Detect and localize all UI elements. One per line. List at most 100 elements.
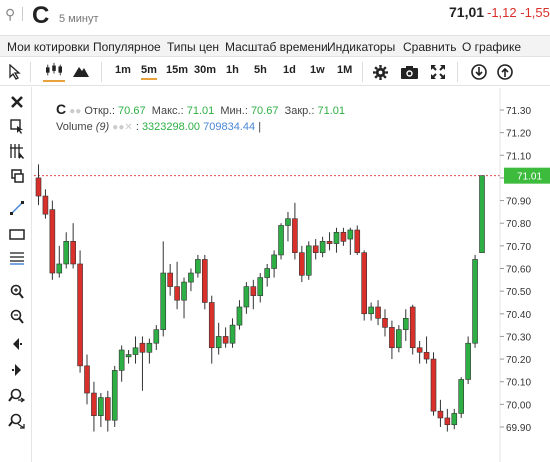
candle-body-down <box>430 358 437 412</box>
candle <box>236 300 243 330</box>
candle-body-up <box>146 342 153 353</box>
price-chart[interactable]: 71.3071.2071.1071.0070.9070.8070.7070.60… <box>0 0 550 462</box>
candle-body-up <box>271 254 277 269</box>
candle <box>472 254 478 348</box>
y-tick-label: 70.60 <box>506 265 531 276</box>
candle-body-down <box>167 272 173 287</box>
candle-body-up <box>98 397 104 416</box>
candle <box>125 350 132 364</box>
legend-low-value: 70.67 <box>250 105 279 117</box>
candle-body-down <box>84 365 90 394</box>
candle <box>160 241 167 337</box>
candle-body-down <box>326 241 333 244</box>
candle <box>451 408 458 430</box>
candle-body-up <box>465 342 471 380</box>
candle <box>188 268 194 292</box>
candle-body-up <box>181 281 187 301</box>
candle <box>104 390 111 432</box>
candle-body-up <box>195 259 201 274</box>
candle <box>430 352 437 416</box>
candle-body-up <box>236 306 243 326</box>
candle <box>153 325 160 351</box>
candle <box>278 223 284 260</box>
candle-body-up <box>368 306 374 315</box>
y-tick-label: 71.10 <box>506 151 531 162</box>
volume-legend: Volume (9) ●●✕ : 3323298.00 709834.44 | <box>56 121 262 133</box>
candle <box>354 225 361 255</box>
candle-body-down <box>292 218 298 253</box>
candle <box>368 302 374 321</box>
candle-body-up <box>402 318 409 330</box>
candle <box>444 408 451 432</box>
candle-body-up <box>56 263 63 274</box>
candle <box>423 336 430 364</box>
candle <box>35 164 42 206</box>
legend-symbol: C <box>56 101 67 117</box>
candle <box>257 273 264 303</box>
candle-body-up <box>153 329 160 344</box>
candle <box>70 223 76 269</box>
legend-high-label: Макс.: <box>151 105 184 117</box>
candle <box>132 336 139 364</box>
candle <box>77 250 83 373</box>
candle <box>389 320 395 360</box>
candle-body-up <box>125 354 132 358</box>
candle <box>465 336 471 384</box>
candle-body-down <box>340 231 347 242</box>
candle-body-up <box>319 241 326 253</box>
candle <box>347 227 354 255</box>
candle-body-down <box>375 306 381 319</box>
candle-body-down <box>250 286 257 296</box>
candle-body-up <box>472 259 478 344</box>
y-tick-label: 70.00 <box>506 400 531 411</box>
candle-body-up <box>479 175 485 253</box>
candle-body-down <box>104 397 111 421</box>
candle <box>326 232 333 251</box>
candle-body-up <box>243 286 250 308</box>
candle-body-down <box>423 351 430 360</box>
candle-body-up <box>285 218 291 226</box>
y-tick-label: 70.80 <box>506 219 531 230</box>
candle <box>382 309 388 337</box>
candle-body-down <box>35 177 42 197</box>
candle-body-up <box>264 268 270 278</box>
candle-body-up <box>333 231 340 244</box>
candle <box>264 263 270 287</box>
candle <box>292 202 298 260</box>
candle-body-up <box>347 229 354 240</box>
remove-indicator-icon[interactable]: ✕ <box>124 122 132 133</box>
candle-body-up <box>118 349 125 371</box>
candle <box>243 282 250 314</box>
candle <box>222 327 229 348</box>
y-tick-label: 70.50 <box>506 287 531 298</box>
candle <box>396 325 402 353</box>
candle-body-up <box>451 413 458 426</box>
candle <box>63 232 70 269</box>
settings-icon[interactable]: ● <box>75 106 81 117</box>
candle <box>250 279 257 310</box>
candle <box>215 322 222 355</box>
candle-body-down <box>77 263 83 367</box>
candle <box>416 340 423 364</box>
candle-body-down <box>361 252 367 315</box>
candle <box>319 236 326 258</box>
candle <box>271 250 277 278</box>
y-tick-label: 71.20 <box>506 129 531 140</box>
candle-body-down <box>444 417 451 426</box>
candle-body-down <box>222 336 229 344</box>
candle-body-up <box>63 241 70 265</box>
legend-close-label: Закр.: <box>284 105 315 117</box>
candle <box>333 227 340 253</box>
candle <box>402 309 409 341</box>
candle-body-down <box>389 327 395 349</box>
legend-open-value: 70.67 <box>118 105 146 117</box>
candle-body-down <box>202 259 208 303</box>
candle <box>409 304 416 355</box>
y-tick-label: 71.30 <box>506 106 531 117</box>
y-tick-label: 70.20 <box>506 355 531 366</box>
candle-body-down <box>49 209 56 274</box>
ohlc-legend: C ●● Откр.: 70.67 Макс.: 71.01 Мин.: 70.… <box>56 101 345 117</box>
candle <box>375 300 381 326</box>
candle-body-up <box>278 225 284 256</box>
candle-body-down <box>299 252 305 276</box>
